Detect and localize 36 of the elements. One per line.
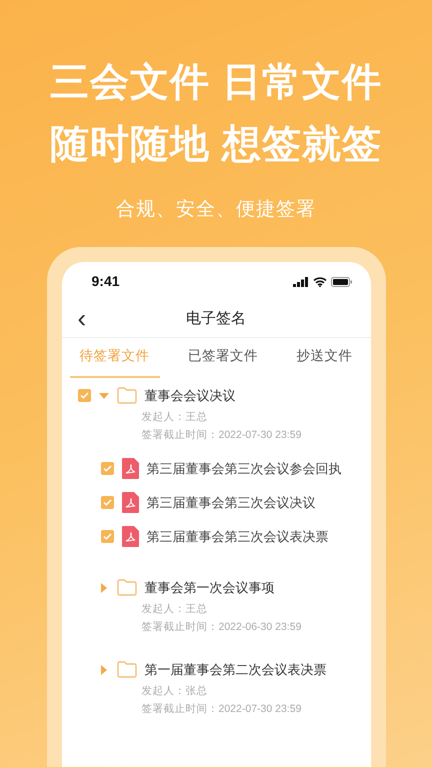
- collapsed-caret-icon[interactable]: [100, 664, 106, 674]
- folder-title[interactable]: 董事会第一次会议事项: [144, 578, 274, 598]
- initiator-text: 发起人：张总: [142, 684, 208, 698]
- wifi-icon: [312, 276, 326, 286]
- folder-icon: [116, 661, 136, 678]
- pdf-file-icon: [122, 526, 138, 547]
- headline: 随时随地 想签就签: [49, 122, 383, 168]
- deadline-text: 签署截止时间：2022-07-30 23:59: [142, 428, 302, 442]
- folder-title[interactable]: 第一届董事会第二次会议表决票: [144, 660, 326, 680]
- pdf-file-icon: [122, 458, 138, 479]
- status-time: 9:41: [92, 272, 120, 291]
- deadline-text: 签署截止时间：2022-07-30 23:59: [142, 702, 302, 716]
- subtitle: 合规、安全、便捷签署: [115, 198, 317, 222]
- headline: 三会文件 日常文件: [49, 60, 383, 106]
- initiator-text: 发起人：王总: [142, 410, 208, 424]
- checkbox[interactable]: [100, 496, 114, 509]
- signal-icon: [292, 276, 308, 286]
- file-name[interactable]: 第三届董事会第三次会议参会回执: [146, 458, 342, 478]
- screen-title: 电子签名: [186, 308, 246, 329]
- back-button[interactable]: ‹: [74, 304, 90, 332]
- checkbox[interactable]: [100, 530, 114, 543]
- folder-icon: [116, 387, 136, 404]
- expanded-caret-icon[interactable]: [98, 392, 108, 398]
- checkbox[interactable]: [100, 462, 114, 475]
- file-name[interactable]: 第三届董事会第三次会议表决票: [146, 526, 328, 546]
- tab[interactable]: 抄送文件: [286, 338, 362, 378]
- battery-icon: [330, 276, 352, 286]
- deadline-text: 签署截止时间：2022-06-30 23:59: [142, 620, 302, 634]
- initiator-text: 发起人：王总: [142, 602, 208, 616]
- pdf-file-icon: [122, 492, 138, 513]
- collapsed-caret-icon[interactable]: [100, 582, 106, 592]
- checkbox[interactable]: [78, 389, 90, 402]
- file-name[interactable]: 第三届董事会第三次会议决议: [146, 492, 316, 512]
- folder-title[interactable]: 董事会会议决议: [144, 386, 236, 406]
- folder-icon: [116, 579, 136, 596]
- tab[interactable]: 已签署文件: [178, 338, 268, 378]
